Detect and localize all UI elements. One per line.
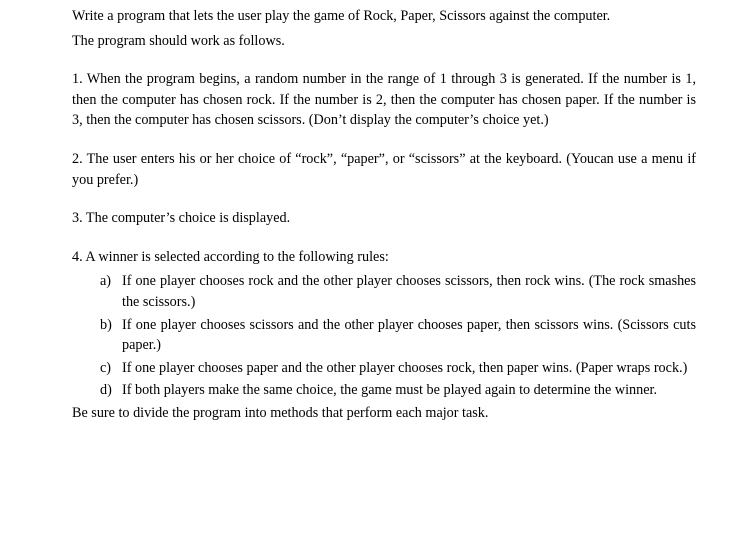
- rule-text: If one player chooses scissors and the o…: [122, 317, 696, 354]
- intro-paragraph-2: The program should work as follows.: [72, 31, 696, 52]
- rule-text: If both players make the same choice, th…: [122, 382, 657, 398]
- rule-marker: d): [100, 380, 118, 401]
- rule-text: If one player chooses paper and the othe…: [122, 360, 687, 376]
- rule-item-b: b) If one player chooses scissors and th…: [100, 315, 696, 356]
- spacer: [72, 135, 696, 149]
- spacer: [72, 55, 696, 69]
- rules-list: a) If one player chooses rock and the ot…: [100, 271, 696, 401]
- rule-item-a: a) If one player chooses rock and the ot…: [100, 271, 696, 312]
- rule-text: If one player chooses rock and the other…: [122, 273, 696, 310]
- step-1: 1. When the program begins, a random num…: [72, 69, 696, 131]
- step-2: 2. The user enters his or her choice of …: [72, 149, 696, 190]
- spacer: [72, 233, 696, 247]
- rule-marker: a): [100, 271, 118, 292]
- step-3: 3. The computer’s choice is displayed.: [72, 208, 696, 229]
- rule-item-c: c) If one player chooses paper and the o…: [100, 358, 696, 379]
- intro-paragraph-1: Write a program that lets the user play …: [72, 6, 696, 27]
- rule-marker: b): [100, 315, 118, 336]
- rule-marker: c): [100, 358, 118, 379]
- spacer: [72, 194, 696, 208]
- closing-paragraph: Be sure to divide the program into metho…: [72, 403, 696, 424]
- rule-item-d: d) If both players make the same choice,…: [100, 380, 696, 401]
- assignment-document: Write a program that lets the user play …: [0, 0, 752, 424]
- step-4: 4. A winner is selected according to the…: [72, 247, 696, 268]
